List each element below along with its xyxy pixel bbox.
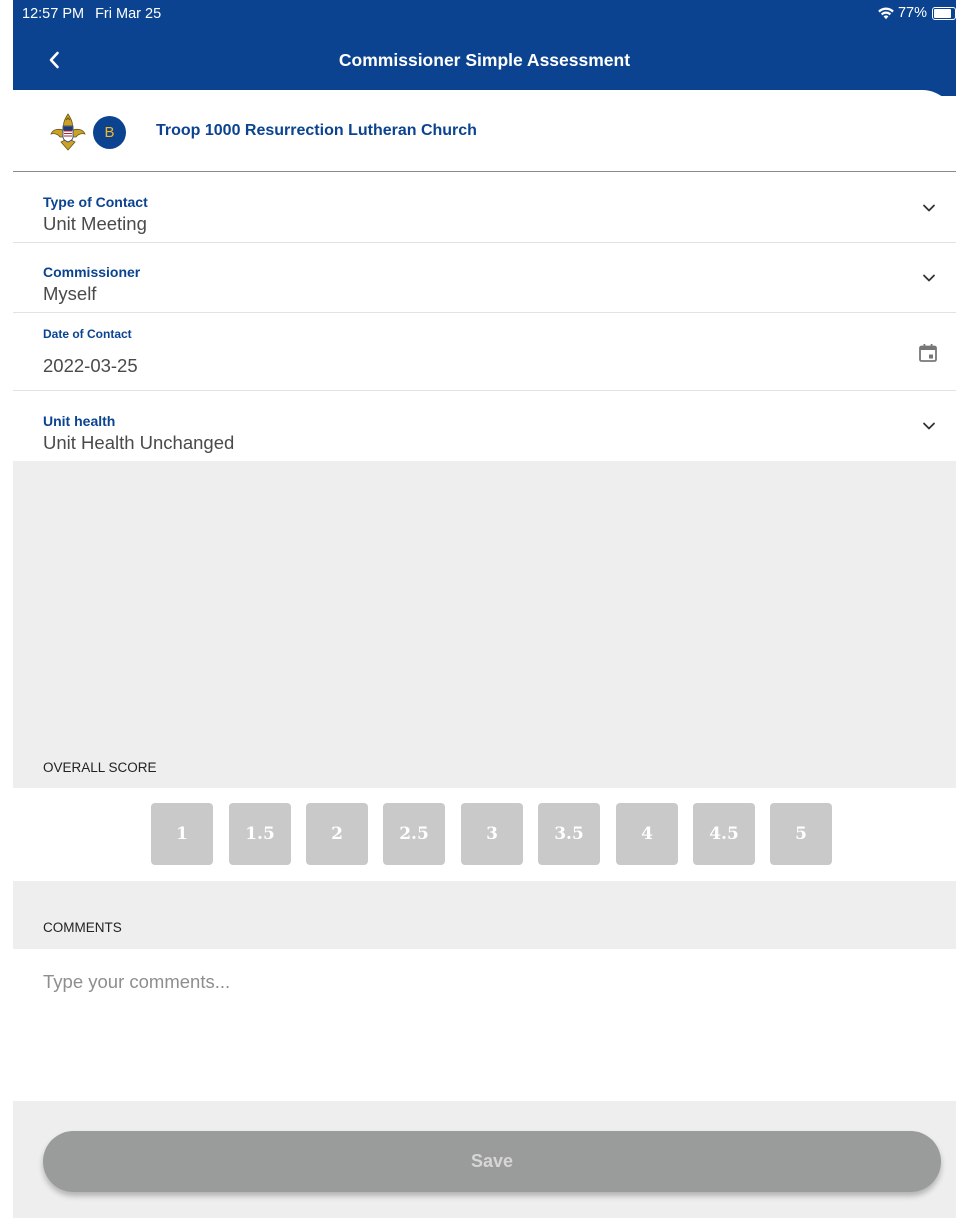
status-date: Fri Mar 25 bbox=[95, 6, 162, 22]
date-of-contact-label: Date of Contact bbox=[43, 327, 132, 341]
type-of-contact-dropdown[interactable]: Type of Contact Unit Meeting bbox=[13, 172, 956, 243]
score-option-3-5[interactable]: 3.5 bbox=[538, 803, 600, 865]
comments-label: COMMENTS bbox=[43, 920, 122, 935]
comments-input[interactable] bbox=[43, 971, 923, 1081]
unit-health-dropdown[interactable]: Unit health Unit Health Unchanged bbox=[13, 391, 956, 461]
overall-score-label: OVERALL SCORE bbox=[43, 760, 157, 775]
chevron-down-icon bbox=[923, 274, 935, 282]
commissioner-value: Myself bbox=[43, 283, 97, 304]
score-option-2-5[interactable]: 2.5 bbox=[383, 803, 445, 865]
app-frame: 12:57 PM Fri Mar 25 77% Commissioner Sim… bbox=[13, 0, 956, 1218]
footer: Save bbox=[13, 1101, 956, 1218]
chevron-down-icon bbox=[923, 422, 935, 430]
chevron-down-icon bbox=[923, 204, 935, 212]
comments-header: COMMENTS bbox=[13, 881, 956, 949]
comments-box bbox=[13, 949, 956, 1101]
score-option-5[interactable]: 5 bbox=[770, 803, 832, 865]
unit-badge: B bbox=[93, 116, 126, 149]
overall-score-selector: 1 1.5 2 2.5 3 3.5 4 4.5 5 bbox=[13, 788, 956, 881]
type-of-contact-label: Type of Contact bbox=[43, 194, 148, 210]
wifi-icon bbox=[878, 7, 894, 20]
score-option-4-5[interactable]: 4.5 bbox=[693, 803, 755, 865]
battery-icon bbox=[932, 6, 956, 20]
content-spacer: OVERALL SCORE bbox=[13, 461, 956, 788]
unit-name[interactable]: Troop 1000 Resurrection Lutheran Church bbox=[156, 122, 477, 140]
date-of-contact-value: 2022-03-25 bbox=[43, 355, 138, 376]
unit-health-value: Unit Health Unchanged bbox=[43, 432, 235, 453]
page-title: Commissioner Simple Assessment bbox=[338, 50, 631, 70]
score-option-2[interactable]: 2 bbox=[306, 803, 368, 865]
status-time: 12:57 PM bbox=[22, 6, 85, 22]
calendar-icon[interactable] bbox=[918, 343, 938, 363]
date-of-contact-field[interactable]: Date of Contact 2022-03-25 bbox=[13, 313, 956, 391]
save-button[interactable]: Save bbox=[43, 1131, 941, 1192]
commissioner-label: Commissioner bbox=[43, 264, 141, 280]
type-of-contact-value: Unit Meeting bbox=[43, 213, 147, 234]
unit-health-label: Unit health bbox=[43, 413, 116, 429]
score-option-1[interactable]: 1 bbox=[151, 803, 213, 865]
score-option-3[interactable]: 3 bbox=[461, 803, 523, 865]
unit-header: B Troop 1000 Resurrection Lutheran Churc… bbox=[13, 90, 956, 172]
status-bar: 12:57 PM Fri Mar 25 77% bbox=[13, 0, 956, 26]
battery-percent: 77% bbox=[897, 5, 927, 21]
score-option-4[interactable]: 4 bbox=[616, 803, 678, 865]
commissioner-dropdown[interactable]: Commissioner Myself bbox=[13, 243, 956, 313]
bsa-fleur-de-lis-logo-icon bbox=[50, 113, 86, 151]
navigation-bar: Commissioner Simple Assessment bbox=[13, 26, 956, 96]
score-option-1-5[interactable]: 1.5 bbox=[229, 803, 291, 865]
